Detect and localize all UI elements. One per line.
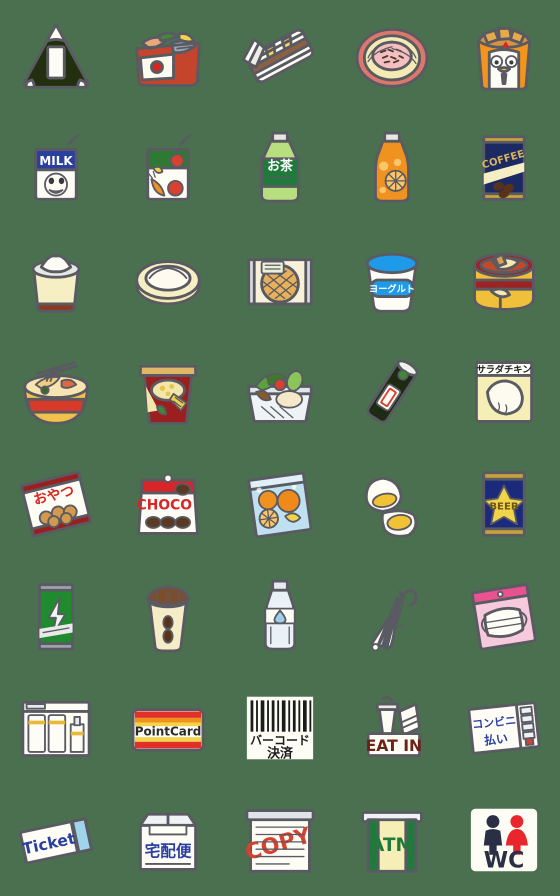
emoji-cell-point-card[interactable]: PointCard <box>112 672 224 784</box>
ramen-bowl-icon <box>23 361 89 425</box>
norimaki-sushi-roll-icon <box>366 359 419 424</box>
salad-chicken-package-icon: サラダチキン <box>474 361 534 423</box>
emoji-cell-oden-pot[interactable] <box>448 224 560 336</box>
emoji-cell-oden-cup[interactable] <box>0 224 112 336</box>
copy-document-icon: COPY <box>242 809 315 873</box>
emoji-cell-nikuman[interactable] <box>112 224 224 336</box>
emoji-cell-delivery-box[interactable]: 宅配便 <box>112 784 224 896</box>
atm-label: ATM <box>370 835 414 856</box>
face-mask-package-icon <box>470 583 537 651</box>
emoji-cell-ticket[interactable]: Ticket <box>0 784 112 896</box>
canned-coffee-icon: COFFEE <box>481 135 526 201</box>
emoji-cell-barcode-pay[interactable]: バーコード 決済 <box>224 672 336 784</box>
wc-label: WC <box>484 849 525 874</box>
emoji-cell-snack-bag[interactable]: おやつ <box>0 448 112 560</box>
milk-label: MILK <box>39 154 73 168</box>
yogurt-cup-icon: ヨーグルト <box>365 252 419 313</box>
emoji-cell-onigiri[interactable] <box>0 0 112 112</box>
emoji-cell-orange-juice[interactable] <box>336 112 448 224</box>
emoji-cell-ramen[interactable] <box>0 336 112 448</box>
snack-bag-oyatsu-icon: おやつ <box>19 470 93 538</box>
emoji-cell-salad[interactable] <box>224 336 336 448</box>
fish-bento-box-icon <box>135 31 201 87</box>
folded-umbrella-icon <box>370 589 418 652</box>
green-tea-bottle-icon: お茶 <box>260 131 300 203</box>
vegetable-juice-carton-icon <box>146 133 192 201</box>
salad-container-icon <box>247 370 313 423</box>
toiletries-shelf-icon <box>21 700 91 758</box>
chocolate-bag-icon: CHOCO <box>137 473 199 535</box>
instant-cup-noodle-icon <box>138 364 198 425</box>
point-card-icon: PointCard <box>131 708 205 752</box>
emoji-cell-eat-in[interactable]: EAT IN <box>336 672 448 784</box>
beer-label: BEER <box>489 502 519 513</box>
restroom-wc-sign-icon: WC <box>470 808 538 874</box>
energy-drink-can-icon <box>38 583 74 651</box>
emoji-cell-mask-pack[interactable] <box>448 560 560 672</box>
milk-carton-drink-icon: MILK <box>34 133 80 201</box>
emoji-cell-nori-roll[interactable] <box>336 336 448 448</box>
emoji-cell-energy-drink[interactable] <box>0 560 112 672</box>
orange-juice-bottle-icon <box>374 131 410 203</box>
delivery-box-label: 宅配便 <box>145 842 192 861</box>
emoji-cell-veggie-juice[interactable] <box>112 112 224 224</box>
barcode-payment-icon: バーコード 決済 <box>246 696 314 761</box>
yogurt-label: ヨーグルト <box>369 283 415 295</box>
emoji-cell-green-tea[interactable]: お茶 <box>224 112 336 224</box>
green-tea-label-1: お茶 <box>267 158 293 174</box>
point-card-label: PointCard <box>135 724 202 738</box>
emoji-sheet: MILK お茶 COFFEE ヨーグルト サラダチキン おやつ CHOCO BE… <box>0 0 560 896</box>
emoji-cell-cup-noodle[interactable] <box>112 336 224 448</box>
boiled-egg-halves-icon <box>364 476 418 538</box>
cut-fruit-pack-icon <box>247 471 313 539</box>
emoji-cell-boiled-egg[interactable] <box>336 448 448 560</box>
konbini-pay-label-2: 払い <box>483 730 508 747</box>
eat-in-sign-icon: EAT IN <box>366 695 423 758</box>
emoji-cell-konbini-pay[interactable]: コンビニ 払い <box>448 672 560 784</box>
barcode-pay-label-2: 決済 <box>267 745 294 761</box>
emoji-cell-wc[interactable]: WC <box>448 784 560 896</box>
emoji-cell-water-bottle[interactable] <box>224 560 336 672</box>
rice-ball-onigiri-icon <box>22 23 90 89</box>
emoji-cell-atm[interactable]: ATM <box>336 784 448 896</box>
emoji-cell-fruit-pack[interactable] <box>224 448 336 560</box>
melon-bread-package-icon <box>247 258 313 306</box>
emoji-cell-sandwich[interactable] <box>224 0 336 112</box>
konbini-payment-slip-icon: コンビニ 払い <box>467 701 541 755</box>
barcode-pay-label-1: バーコード <box>250 734 310 748</box>
emoji-cell-salad-chicken[interactable]: サラダチキン <box>448 336 560 448</box>
emoji-cell-yogurt[interactable]: ヨーグルト <box>336 224 448 336</box>
delivery-box-icon: 宅配便 <box>138 812 198 871</box>
sandwich-pack-icon <box>241 28 315 84</box>
eat-in-label: EAT IN <box>366 736 423 755</box>
emoji-cell-canned-coffee[interactable]: COFFEE <box>448 112 560 224</box>
emoji-cell-umbrella[interactable] <box>336 560 448 672</box>
emoji-cell-fried-chicken[interactable] <box>448 0 560 112</box>
emoji-cell-hot-coffee[interactable] <box>112 560 224 672</box>
emoji-cell-bento-fish[interactable] <box>112 0 224 112</box>
emoji-cell-choco-bag[interactable]: CHOCO <box>112 448 224 560</box>
oden-cup-icon <box>31 254 81 313</box>
fried-chicken-cup-icon <box>476 26 532 91</box>
beer-can-icon: BEER <box>482 471 526 537</box>
salad-chicken-label: サラダチキン <box>477 364 532 376</box>
emoji-cell-noodles-bowl[interactable] <box>336 0 448 112</box>
cold-noodles-bowl-icon <box>355 27 429 88</box>
steamed-bun-nikuman-icon <box>135 260 201 306</box>
emoji-cell-beer-can[interactable]: BEER <box>448 448 560 560</box>
choco-label: CHOCO <box>137 498 193 514</box>
emoji-cell-copy-machine[interactable]: COPY <box>224 784 336 896</box>
oden-pot-icon <box>473 252 535 311</box>
hot-coffee-cup-icon <box>146 585 190 653</box>
emoji-cell-milk[interactable]: MILK <box>0 112 112 224</box>
emoji-cell-melon-bread[interactable] <box>224 224 336 336</box>
water-bottle-icon <box>263 579 297 651</box>
emoji-cell-toiletries[interactable] <box>0 672 112 784</box>
ticket-icon: Ticket <box>19 817 93 865</box>
atm-machine-icon: ATM <box>361 810 423 873</box>
